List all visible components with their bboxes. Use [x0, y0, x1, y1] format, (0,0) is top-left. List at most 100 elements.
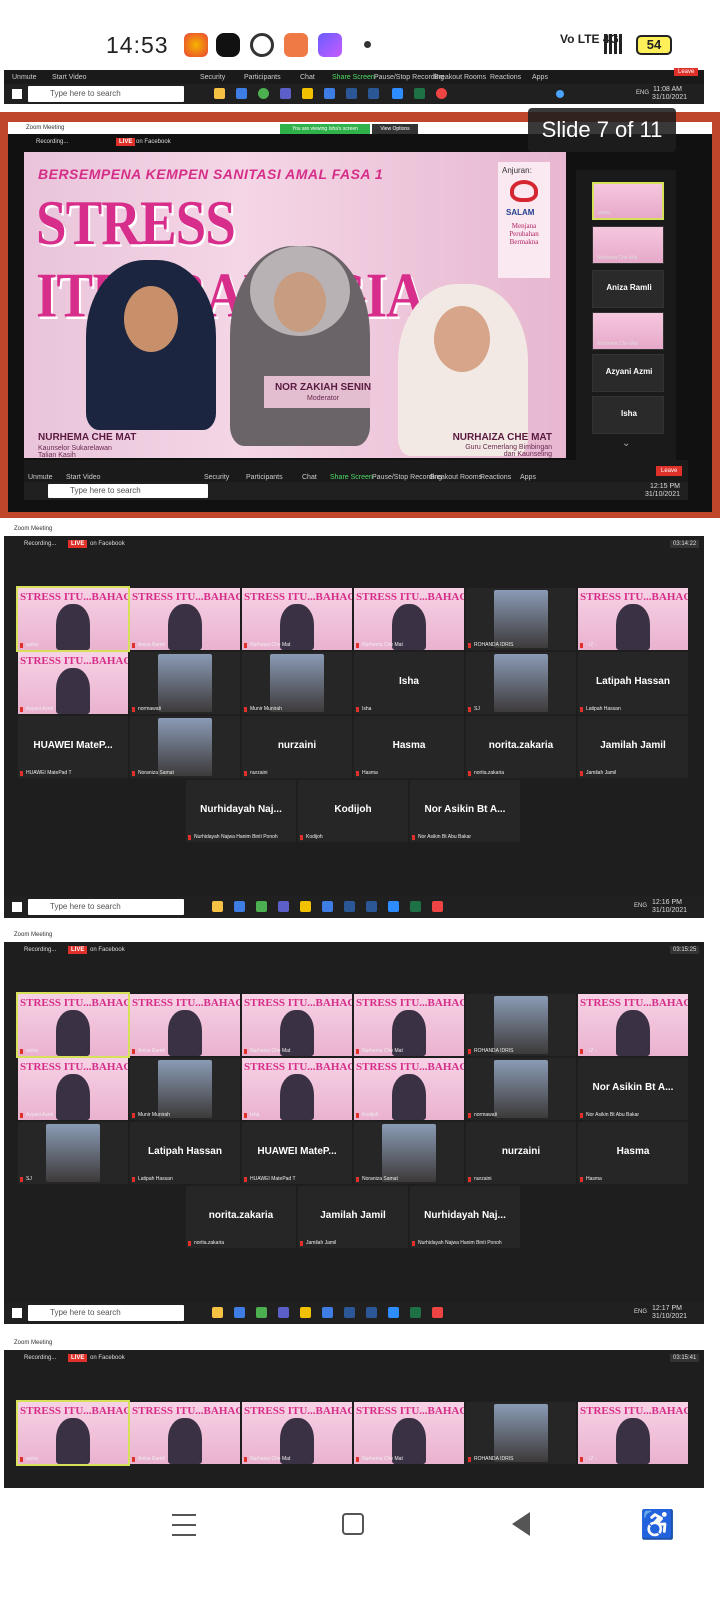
participant-tile[interactable]: nurzaini nurzaini — [242, 716, 352, 778]
participant-tile[interactable]: ROHANDA IDRIS — [466, 994, 576, 1056]
participant-tile[interactable]: STRESS ITU...BAHAGIA aizira — [16, 1400, 130, 1466]
unmute-button[interactable]: Unmute — [12, 74, 37, 81]
taskbar-app-icon[interactable] — [212, 901, 223, 912]
participant-tile[interactable]: Kodijoh Kodijoh — [298, 780, 408, 842]
taskbar-app-icon[interactable] — [388, 901, 399, 912]
participant-tile[interactable]: STRESS ITU...BAHAGIA - IZ - — [578, 994, 688, 1056]
teams-icon[interactable] — [280, 88, 291, 99]
participant-tile[interactable]: norita.zakaria norita.zakaria — [186, 1186, 296, 1248]
participant-tile[interactable]: Nor Asikin Bt A... Nor Asikin Bt Abu Baka… — [578, 1058, 688, 1120]
taskbar-search[interactable]: Type here to search — [28, 899, 184, 915]
facebook-label[interactable]: on Facebook — [90, 1355, 125, 1361]
breakout-rooms-button[interactable]: Breakout Rooms — [434, 74, 486, 81]
app-icon[interactable] — [236, 88, 247, 99]
taskbar-app-icon[interactable] — [234, 901, 245, 912]
security-button[interactable]: Security — [204, 474, 229, 481]
app-icon-red[interactable] — [436, 88, 447, 99]
participant-tile[interactable]: HUAWEI MateP... HUAWEI MatePad T — [18, 716, 128, 778]
recent-apps-icon[interactable] — [172, 1514, 196, 1536]
taskbar-app-icon[interactable] — [344, 901, 355, 912]
windows-start-icon[interactable] — [12, 902, 22, 912]
participant-tile[interactable]: STRESS ITU...BAHAGIA - IZ - — [578, 1402, 688, 1464]
home-icon[interactable] — [342, 1513, 364, 1535]
chrome-icon[interactable] — [258, 88, 269, 99]
chat-button[interactable]: Chat — [302, 474, 317, 481]
participant-tile[interactable]: Latipah Hassan Latipah Hassan — [130, 1122, 240, 1184]
taskbar-app-icon[interactable] — [322, 901, 333, 912]
side-tile-5[interactable]: Azyani Azmi — [592, 354, 664, 392]
participant-tile[interactable]: STRESS ITU...BAHAGIA Kodijoh — [354, 1058, 464, 1120]
word-icon[interactable] — [346, 88, 357, 99]
taskbar-search[interactable]: Type here to search — [28, 1305, 184, 1321]
outlook-icon[interactable] — [324, 88, 335, 99]
participant-tile[interactable]: STRESS ITU...BAHAGIA Aniza Ramli — [130, 1402, 240, 1464]
leave-button[interactable]: Leave — [656, 466, 683, 476]
apps-button[interactable]: Apps — [520, 474, 536, 481]
start-video-button[interactable]: Start Video — [66, 474, 101, 481]
participant-tile[interactable]: STRESS ITU...BAHAGIA aizira — [16, 992, 130, 1058]
taskbar-search[interactable]: Type here to search — [48, 484, 208, 498]
side-tile-6[interactable]: Isha — [592, 396, 664, 434]
participant-tile[interactable]: Munir Munirah — [130, 1058, 240, 1120]
participant-tile[interactable]: Latipah Hassan Latipah Hassan — [578, 652, 688, 714]
participant-tile[interactable]: Nurhidayah Naj... Nurhidayah Najwa Hanim … — [410, 1186, 520, 1248]
taskbar-app-icon[interactable] — [278, 901, 289, 912]
participant-tile[interactable]: STRESS ITU...BAHAGIA Isha — [242, 1058, 352, 1120]
taskbar-app-icon[interactable] — [256, 1307, 267, 1318]
windows-start-icon[interactable] — [12, 1308, 22, 1318]
taskbar-app-icon[interactable] — [234, 1307, 245, 1318]
taskbar-app-icon[interactable] — [256, 901, 267, 912]
participant-tile[interactable]: STRESS ITU...BAHAGIA Azyani Azmi — [18, 652, 128, 714]
apps-button[interactable]: Apps — [532, 74, 548, 81]
taskbar-app-icon[interactable] — [212, 1307, 223, 1318]
zoom-icon[interactable] — [392, 88, 403, 99]
participant-tile[interactable]: STRESS ITU...BAHAGIA Nurhema Che Mat — [354, 994, 464, 1056]
unmute-button[interactable]: Unmute — [28, 474, 53, 481]
leave-button[interactable]: Leave — [674, 68, 699, 76]
breakout-rooms-button[interactable]: Breakout Rooms — [430, 474, 482, 481]
participant-tile[interactable]: norita.zakaria norita.zakaria — [466, 716, 576, 778]
explorer-icon[interactable] — [214, 88, 225, 99]
taskbar-app-icon[interactable] — [366, 1307, 377, 1318]
start-video-button[interactable]: Start Video — [52, 74, 87, 81]
chevron-down-icon[interactable]: ⌄ — [622, 438, 632, 449]
taskbar-app-icon[interactable] — [432, 1307, 443, 1318]
share-screen-button[interactable]: Share Screen — [330, 474, 373, 481]
taskbar-search[interactable]: Type here to search — [28, 86, 184, 102]
taskbar-app-icon[interactable] — [300, 901, 311, 912]
participant-tile[interactable]: Noraniza Samat — [354, 1122, 464, 1184]
taskbar-app-icon[interactable] — [278, 1307, 289, 1318]
accessibility-icon[interactable]: ♿ — [640, 1508, 675, 1542]
reactions-button[interactable]: Reactions — [480, 474, 511, 481]
windows-start-icon[interactable] — [12, 89, 22, 99]
participant-tile[interactable]: STRESS ITU...BAHAGIA Aniza Ramli — [130, 994, 240, 1056]
sticky-icon[interactable] — [302, 88, 313, 99]
side-tile-1[interactable]: aizira — [592, 182, 664, 220]
participant-tile[interactable]: Munir Munirah — [242, 652, 352, 714]
participant-tile[interactable]: SJ — [18, 1122, 128, 1184]
participant-tile[interactable]: STRESS ITU...BAHAGIA Aniza Ramli — [130, 588, 240, 650]
participant-tile[interactable]: STRESS ITU...BAHAGIA Azyani Azmi — [18, 1058, 128, 1120]
participant-tile[interactable]: STRESS ITU...BAHAGIA - IZ - — [578, 588, 688, 650]
taskbar-app-icon[interactable] — [366, 901, 377, 912]
participant-tile[interactable]: Hasma Hasma — [354, 716, 464, 778]
participant-tile[interactable]: normawati — [466, 1058, 576, 1120]
participant-tile[interactable]: HUAWEI MateP... HUAWEI MatePad T — [242, 1122, 352, 1184]
facebook-label[interactable]: on Facebook — [90, 947, 125, 953]
participant-tile[interactable]: Jamilah Jamil Jamilah Jamil — [298, 1186, 408, 1248]
participants-button[interactable]: Participants — [244, 74, 281, 81]
taskbar-app-icon[interactable] — [344, 1307, 355, 1318]
participant-tile[interactable]: normawati — [130, 652, 240, 714]
back-icon[interactable] — [512, 1512, 530, 1536]
reactions-button[interactable]: Reactions — [490, 74, 521, 81]
participant-tile[interactable]: STRESS ITU...BAHAGIA Nurhema Che Mat — [354, 1402, 464, 1464]
taskbar-app-icon[interactable] — [410, 901, 421, 912]
word-icon-2[interactable] — [368, 88, 379, 99]
participant-tile[interactable]: STRESS ITU...BAHAGIA Nurhaiza Che Mat — [242, 1402, 352, 1464]
participant-tile[interactable]: nurzaini nurzaini — [466, 1122, 576, 1184]
participant-tile[interactable]: Nor Asikin Bt A... Nor Asikin Bt Abu Baka… — [410, 780, 520, 842]
taskbar-app-icon[interactable] — [410, 1307, 421, 1318]
participant-tile[interactable]: Jamilah Jamil Jamilah Jamil — [578, 716, 688, 778]
facebook-label[interactable]: on Facebook — [90, 541, 125, 547]
excel-icon[interactable] — [414, 88, 425, 99]
